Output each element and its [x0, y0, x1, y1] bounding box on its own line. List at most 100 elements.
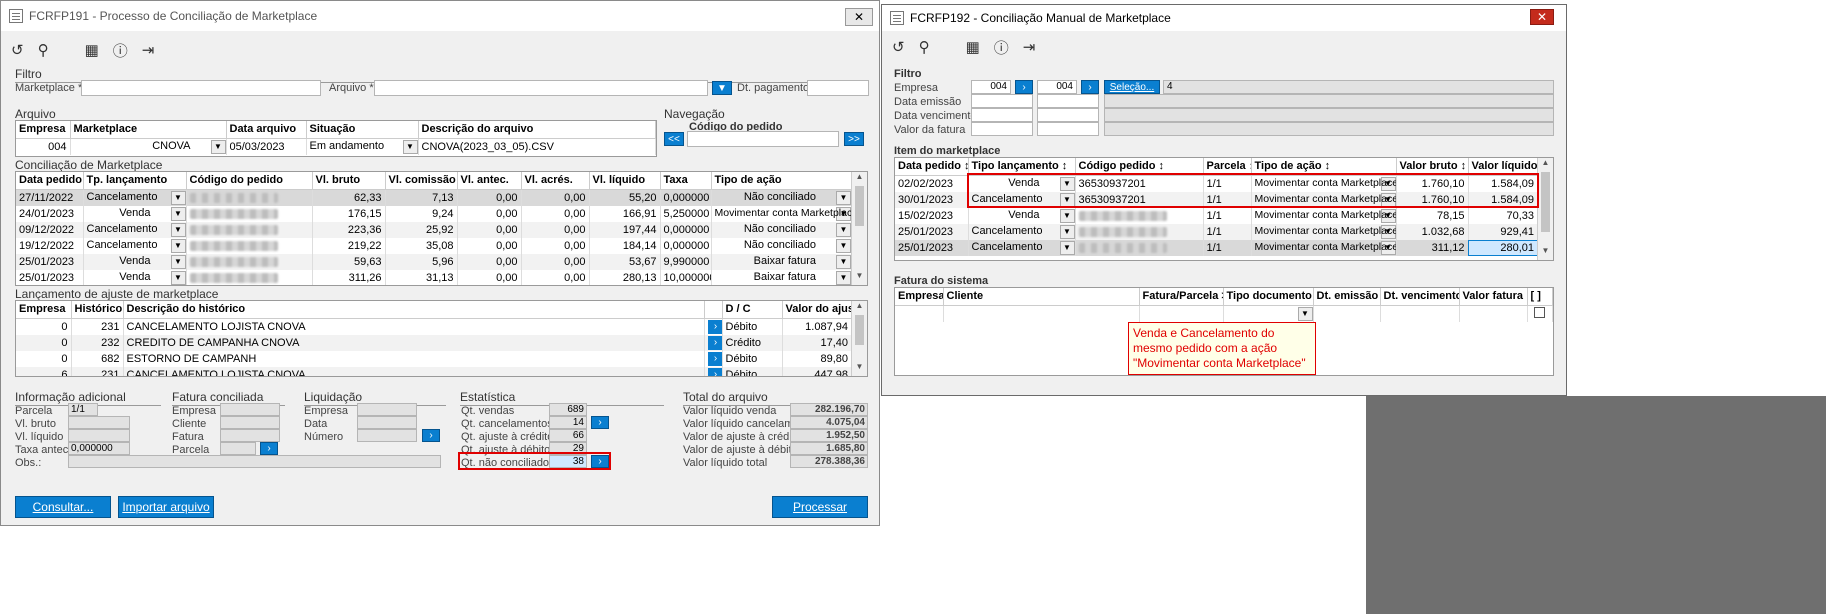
exit-icon[interactable]: ⇥: [142, 41, 155, 59]
empresa-from-button[interactable]: ›: [1015, 80, 1033, 94]
it-col-data[interactable]: Data pedido ↕: [895, 158, 969, 176]
empresa-to-input[interactable]: 004: [1037, 80, 1077, 94]
cell-tp[interactable]: ▼ Cancelamento: [83, 221, 187, 238]
conc-col-taxa[interactable]: Taxa: [660, 172, 712, 190]
scroll-thumb[interactable]: [855, 186, 864, 226]
sort-icon[interactable]: ↕: [1159, 160, 1165, 172]
dt-emissao-to[interactable]: [1037, 94, 1099, 108]
chevron-down-icon[interactable]: ▼: [402, 139, 417, 154]
scroll-down-icon[interactable]: ▼: [852, 271, 867, 285]
table-row[interactable]: 09/12/2022 ▼ Cancelamento 223,36 25,92 0,…: [16, 221, 852, 238]
table-row[interactable]: 25/01/2023 ▼ Cancelamento 1/1 ▼ Movimentar…: [895, 223, 1538, 240]
cell-tp[interactable]: ▼ Cancelamento: [83, 189, 187, 206]
search-icon[interactable]: ⚲: [919, 38, 930, 56]
processar-button[interactable]: Processar: [772, 496, 868, 518]
close-button[interactable]: ✕: [845, 8, 873, 26]
dt-venc-to[interactable]: [1037, 108, 1099, 122]
nav-next-button[interactable]: >>: [844, 132, 864, 146]
conc-col-codigo[interactable]: Código do pedido: [186, 172, 313, 190]
empresa-from-input[interactable]: 004: [971, 80, 1011, 94]
filter-icon[interactable]: ▼: [712, 81, 732, 95]
chevron-down-icon[interactable]: ▼: [1059, 224, 1074, 239]
cell-tp[interactable]: ▼ Venda: [83, 205, 187, 222]
conc-col-data[interactable]: Data pedido: [16, 172, 84, 190]
table-row[interactable]: 6 231 CANCELAMENTO LOJISTA CNOVA › Débit…: [16, 366, 852, 376]
nav-prev-button[interactable]: <<: [664, 132, 684, 146]
valor-from[interactable]: [971, 122, 1033, 136]
chevron-down-icon[interactable]: ▼: [1059, 240, 1074, 255]
codigo-pedido-input[interactable]: [687, 131, 839, 147]
sort-icon[interactable]: ↕: [1325, 160, 1331, 172]
cell-tp[interactable]: ▼ Venda: [83, 253, 187, 270]
table-row[interactable]: 19/12/2022 ▼ Cancelamento 219,22 35,08 0,…: [16, 237, 852, 254]
refresh-icon[interactable]: ↺: [892, 38, 905, 56]
table-row[interactable]: 27/11/2022 ▼ Cancelamento 62,33 7,13 0,00…: [16, 189, 852, 206]
table-row[interactable]: 25/01/2023 ▼ Venda 59,63 5,96 0,00 0,00 5…: [16, 253, 852, 270]
table-row[interactable]: ▼: [895, 305, 1553, 322]
chevron-down-icon[interactable]: ▼: [836, 222, 851, 237]
table-row[interactable]: 25/01/2023 ▼ Venda 311,26 31,13 0,00 0,00…: [16, 269, 852, 285]
chevron-down-icon[interactable]: ▼: [1297, 306, 1312, 321]
cell-acao[interactable]: ▼ Movimentar conta Marketplace: [1251, 207, 1397, 224]
chevron-down-icon[interactable]: ▼: [170, 270, 185, 285]
table-row[interactable]: 24/01/2023 ▼ Venda 176,15 9,24 0,00 0,00 …: [16, 205, 852, 222]
calendar-icon[interactable]: ▦: [966, 38, 980, 56]
conc-col-antec[interactable]: Vl. antec.: [457, 172, 522, 190]
scroll-up-icon[interactable]: ▲: [852, 172, 867, 186]
chevron-down-icon[interactable]: ▼: [170, 238, 185, 253]
scroll-thumb[interactable]: [1541, 172, 1550, 232]
cell-tipo[interactable]: ▼ Venda: [968, 207, 1076, 224]
selecao-button[interactable]: Seleção...: [1104, 80, 1160, 94]
sort-icon[interactable]: ↕: [964, 160, 967, 172]
table-row[interactable]: 0 232 CREDITO DE CAMPANHA CNOVA › Crédit…: [16, 334, 852, 351]
cell-acao[interactable]: ▼ Baixar fatura: [711, 253, 852, 270]
item-scrollbar[interactable]: ▲ ▼: [1537, 158, 1553, 260]
arquivo-input[interactable]: [374, 80, 708, 96]
refresh-icon[interactable]: ↺: [11, 41, 24, 59]
chevron-down-icon[interactable]: ▼: [1059, 208, 1074, 223]
close-button[interactable]: ✕: [1530, 9, 1554, 25]
scroll-up-icon[interactable]: ▲: [852, 301, 867, 315]
cell-tipo[interactable]: ▼ Cancelamento: [968, 223, 1076, 240]
cell-acao[interactable]: ▼ Movimentar conta Marketplace: [1251, 223, 1397, 240]
conc-col-liquido[interactable]: Vl. líquido: [589, 172, 661, 190]
help-icon[interactable]: ⓘ: [994, 37, 1009, 58]
chevron-right-icon[interactable]: ›: [707, 335, 721, 350]
marketplace-select[interactable]: [81, 80, 321, 96]
cell-btn[interactable]: ›: [704, 318, 723, 335]
scroll-thumb[interactable]: [855, 315, 864, 345]
chevron-down-icon[interactable]: ▼: [170, 254, 185, 269]
fc-open-button[interactable]: ›: [260, 442, 278, 455]
dt-emissao-from[interactable]: [971, 94, 1033, 108]
dt-venc-from[interactable]: [971, 108, 1033, 122]
cell-btn[interactable]: ›: [704, 366, 723, 376]
cell-btn[interactable]: ›: [704, 334, 723, 351]
conc-col-acao[interactable]: Tipo de ação: [711, 172, 852, 190]
chevron-down-icon[interactable]: ▼: [170, 206, 185, 221]
cell-acao[interactable]: ▼ Movimentar conta Marketplace: [711, 205, 852, 222]
conc-col-comissao[interactable]: Vl. comissão: [385, 172, 458, 190]
chevron-down-icon[interactable]: ▼: [836, 254, 851, 269]
conc-scrollbar[interactable]: ▲ ▼: [851, 172, 867, 285]
conc-col-tp[interactable]: Tp. lançamento: [83, 172, 187, 190]
calendar-icon[interactable]: ▦: [85, 41, 99, 59]
cell-tipo[interactable]: ▼ Cancelamento: [968, 239, 1076, 256]
table-row[interactable]: 0 682 ESTORNO DE CAMPANH › Débito 89,80: [16, 350, 852, 367]
exit-icon[interactable]: ⇥: [1023, 38, 1036, 56]
cell-tp[interactable]: ▼ Venda: [83, 269, 187, 285]
chevron-down-icon[interactable]: ▼: [170, 222, 185, 237]
chevron-down-icon[interactable]: ▼: [836, 270, 851, 285]
scroll-up-icon[interactable]: ▲: [1538, 158, 1553, 172]
consultar-button[interactable]: Consultar...: [15, 496, 111, 518]
select-checkbox[interactable]: [1534, 306, 1546, 318]
conc-col-bruto[interactable]: Vl. bruto: [312, 172, 386, 190]
chevron-right-icon[interactable]: ›: [707, 351, 721, 366]
sort-icon[interactable]: ↕: [1461, 160, 1467, 172]
chevron-right-icon[interactable]: ›: [707, 319, 721, 334]
cell-btn[interactable]: ›: [704, 350, 723, 367]
scroll-down-icon[interactable]: ▼: [852, 362, 867, 376]
help-icon[interactable]: ⓘ: [113, 40, 128, 61]
liq-open-button[interactable]: ›: [422, 429, 440, 442]
estat-open-button-1[interactable]: ›: [591, 416, 609, 429]
conc-col-acres[interactable]: Vl. acrés.: [521, 172, 590, 190]
